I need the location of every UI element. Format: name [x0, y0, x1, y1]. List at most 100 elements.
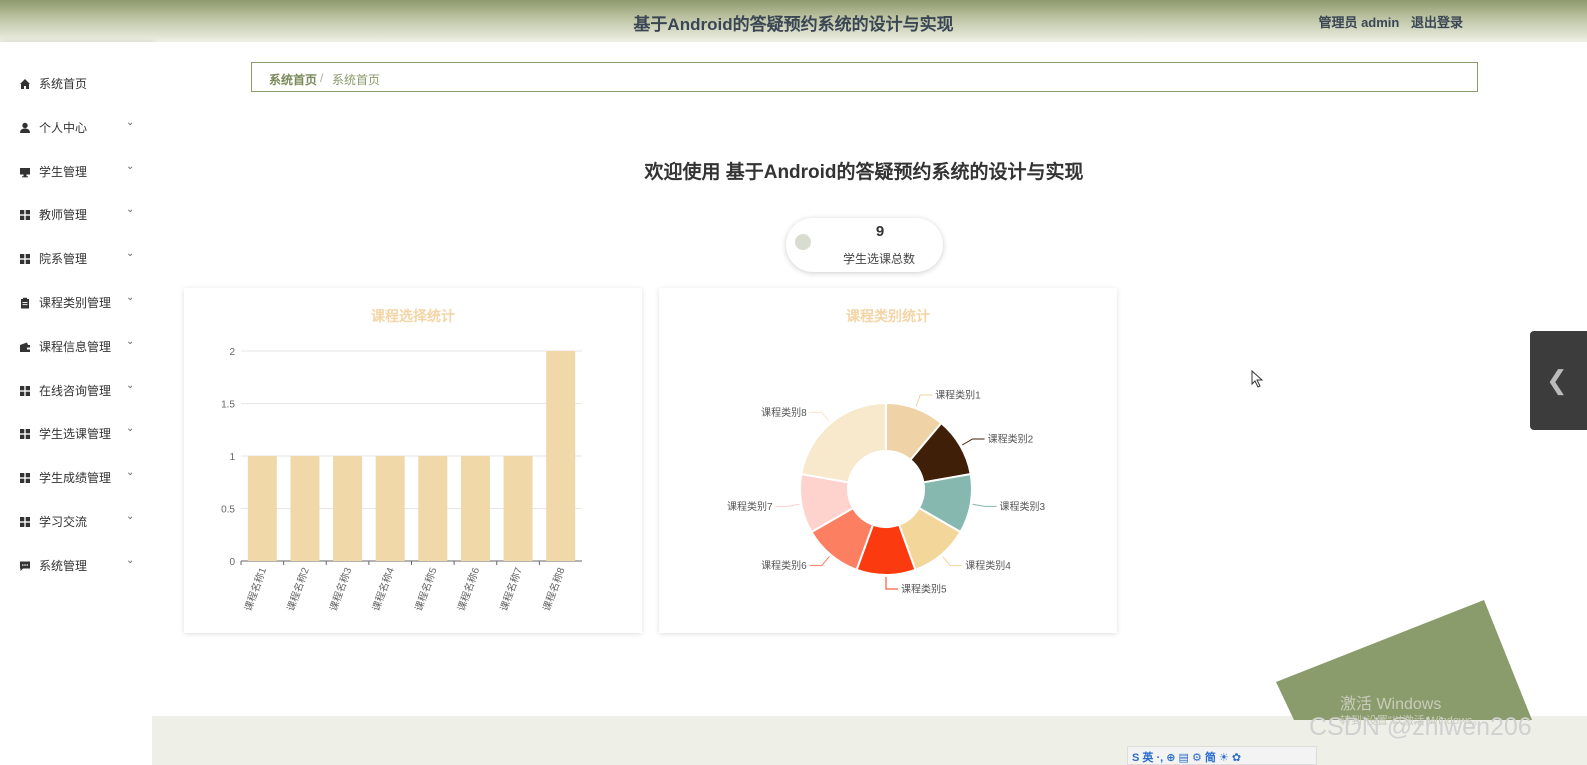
pie-chart-leader-line — [809, 411, 830, 422]
pie-chart-slice-label: 课程类别5 — [901, 583, 947, 596]
sidebar-item-4[interactable]: 教师管理 ⌄ — [0, 203, 152, 225]
user-icon — [19, 121, 31, 133]
sidebar-item-11[interactable]: 学习交流 ⌄ — [0, 510, 152, 532]
bar-chart-ytick-label: 0 — [229, 557, 235, 568]
sidebar-item-label: 学生成绩管理 — [39, 471, 112, 486]
sidebar-item-label: 教师管理 — [39, 208, 88, 223]
sidebar-item-label: 系统管理 — [39, 558, 88, 573]
chevron-down-icon: ⌄ — [126, 379, 135, 391]
bar-chart-category-label: 课程名称3 — [327, 565, 355, 613]
stat-caption: 学生选课总数 — [843, 252, 916, 266]
chevron-down-icon: ⌄ — [126, 554, 135, 566]
pie-chart-leader-line — [961, 438, 985, 446]
bar-chart-bar — [546, 351, 576, 561]
chevron-down-icon: ⌄ — [126, 204, 135, 216]
ime-toolbar-text: S 英 ·, ⊕ ▤ ⚙ 简 ☀ ✿ — [1132, 752, 1242, 764]
monitor-icon — [19, 165, 31, 177]
sidebar-item-label: 院系管理 — [39, 252, 88, 267]
pie-chart-leader-line — [915, 394, 933, 407]
pie-chart-leader-line — [775, 503, 800, 507]
ime-toolbar[interactable]: S 英 ·, ⊕ ▤ ⚙ 简 ☀ ✿ — [1127, 746, 1317, 765]
user-area: 管理员 admin 退出登录 — [1310, 12, 1463, 31]
sidebar-item-label: 学生选课管理 — [39, 427, 112, 442]
sidebar-item-label: 课程类别管理 — [39, 296, 112, 310]
stat-value: 9 — [875, 223, 885, 240]
bar-chart-ytick-label: 1 — [229, 452, 235, 463]
pie-chart-slice-label: 课程类别8 — [761, 406, 807, 419]
chevron-down-icon: ⌄ — [126, 292, 135, 303]
sidebar-item-8[interactable]: 在线咨询管理 ⌄ — [0, 379, 152, 401]
bar-chart-panel: 课程选择统计 0 0.5 1 1.5 2 课程名称1 课程名称2 课程名称3 课程名称4 课程名称… — [184, 288, 642, 633]
sidebar-item-6[interactable]: 课程类别管理 ⌄ — [0, 291, 152, 313]
activate-windows-title: 激活 Windows — [1340, 696, 1442, 713]
bar-chart-ytick-label: 2 — [229, 347, 235, 358]
welcome-heading: 欢迎使用 基于Android的答疑预约系统的设计与实现 — [644, 162, 1084, 183]
bar-chart-category-label: 课程名称5 — [412, 565, 440, 613]
pie-chart-slice-label: 课程类别7 — [727, 500, 773, 513]
pie-chart-slice-label: 课程类别3 — [999, 500, 1045, 513]
chevron-down-icon: ⌄ — [126, 116, 135, 128]
grid-icon — [19, 471, 31, 484]
pie-chart: 课程类别1 课程类别2 课程类别3 课程类别4 课程类别5 课程类别6 课程类别7 课程类别8 — [727, 389, 1046, 596]
bar-chart-bar — [247, 456, 277, 561]
sidebar-item-9[interactable]: 学生选课管理 ⌄ — [0, 422, 152, 444]
sidebar-item-2[interactable]: 个人中心 ⌄ — [0, 116, 152, 138]
pie-chart-slice-label: 课程类别6 — [761, 559, 807, 572]
chevron-down-icon: ⌄ — [126, 160, 135, 172]
chevron-left-icon: ❮ — [1546, 365, 1568, 395]
pie-chart-slice-label: 课程类别2 — [988, 433, 1034, 446]
sidebar: 系统首页 个人中心 ⌄ 学生管理 ⌄ 教师管理 ⌄ 院系管理 ⌄ 课程类别管理 ⌄ 课程信息管理 ⌄ 在线… — [0, 42, 152, 765]
bar-chart-bar — [290, 456, 320, 561]
breadcrumb-separator: / — [320, 71, 324, 85]
bar-chart-bar — [460, 456, 490, 561]
pie-chart-slice — [800, 401, 887, 484]
grid-icon — [19, 384, 31, 396]
chat-icon — [19, 559, 31, 571]
sidebar-item-label: 在线咨询管理 — [39, 383, 112, 398]
top-header: 基于Android的答疑预约系统的设计与实现 管理员 admin 退出登录 — [0, 0, 1587, 42]
chevron-down-icon: ⌄ — [126, 335, 135, 347]
sidebar-item-10[interactable]: 学生成绩管理 ⌄ — [0, 466, 152, 488]
chevron-down-icon: ⌄ — [126, 423, 135, 435]
pie-chart-leader-line — [942, 556, 963, 567]
clipboard-icon — [19, 296, 31, 309]
bar-chart-ytick-label: 0.5 — [221, 505, 235, 516]
bar-chart-category-label: 课程名称8 — [540, 565, 568, 613]
admin-label: 管理员 admin — [1318, 15, 1400, 30]
grid-icon — [19, 427, 31, 440]
grid-icon — [19, 208, 31, 221]
sidebar-item-label: 学生管理 — [39, 164, 88, 179]
sidebar-item-3[interactable]: 学生管理 ⌄ — [0, 160, 152, 182]
bar-chart-bar — [375, 456, 405, 561]
home-icon — [19, 77, 31, 89]
sidebar-item-1[interactable]: 系统首页 — [0, 72, 152, 94]
bar-chart-category-label: 课程名称2 — [284, 565, 312, 613]
sidebar-item-7[interactable]: 课程信息管理 ⌄ — [0, 335, 152, 357]
wallet-icon — [19, 340, 31, 352]
pie-chart-leader-line — [972, 503, 997, 507]
bar-chart: 0 0.5 1 1.5 2 课程名称1 课程名称2 课程名称3 课程名称4 课程名称5 课程名称6 课… — [221, 347, 582, 613]
bar-chart-category-label: 课程名称1 — [241, 565, 269, 613]
pie-chart-leader-line — [885, 577, 898, 590]
sidebar-item-label: 个人中心 — [39, 120, 88, 135]
sidebar-item-label: 系统首页 — [39, 77, 88, 91]
side-toggle-tab[interactable]: ❮ — [1530, 331, 1587, 430]
bar-chart-bar — [333, 456, 363, 561]
bar-chart-bar — [503, 456, 533, 561]
chevron-down-icon: ⌄ — [126, 511, 135, 522]
chevron-down-icon: ⌄ — [126, 248, 135, 260]
chevron-down-icon: ⌄ — [126, 467, 135, 479]
pie-chart-slice-label: 课程类别4 — [965, 559, 1011, 572]
breadcrumb-current: 系统首页 — [332, 73, 381, 87]
pie-chart-panel: 课程类别统计 课程类别1 课程类别2 课程类别3 课程类别4 课程类别5 课程类别6 课程类… — [659, 288, 1117, 633]
bar-chart-bar — [418, 456, 448, 561]
stat-card-course-selection: 9 学生选课总数 — [786, 218, 943, 272]
sidebar-item-12[interactable]: 系统管理 ⌄ — [0, 554, 152, 576]
sidebar-item-5[interactable]: 院系管理 ⌄ — [0, 247, 152, 269]
sidebar-item-label: 课程信息管理 — [39, 339, 112, 354]
grid-icon — [19, 515, 31, 527]
pie-chart-leader-line — [809, 556, 830, 567]
breadcrumb-home[interactable]: 系统首页 — [269, 71, 317, 88]
logout-link[interactable]: 退出登录 — [1411, 15, 1463, 30]
bar-chart-category-label: 课程名称4 — [369, 565, 397, 613]
